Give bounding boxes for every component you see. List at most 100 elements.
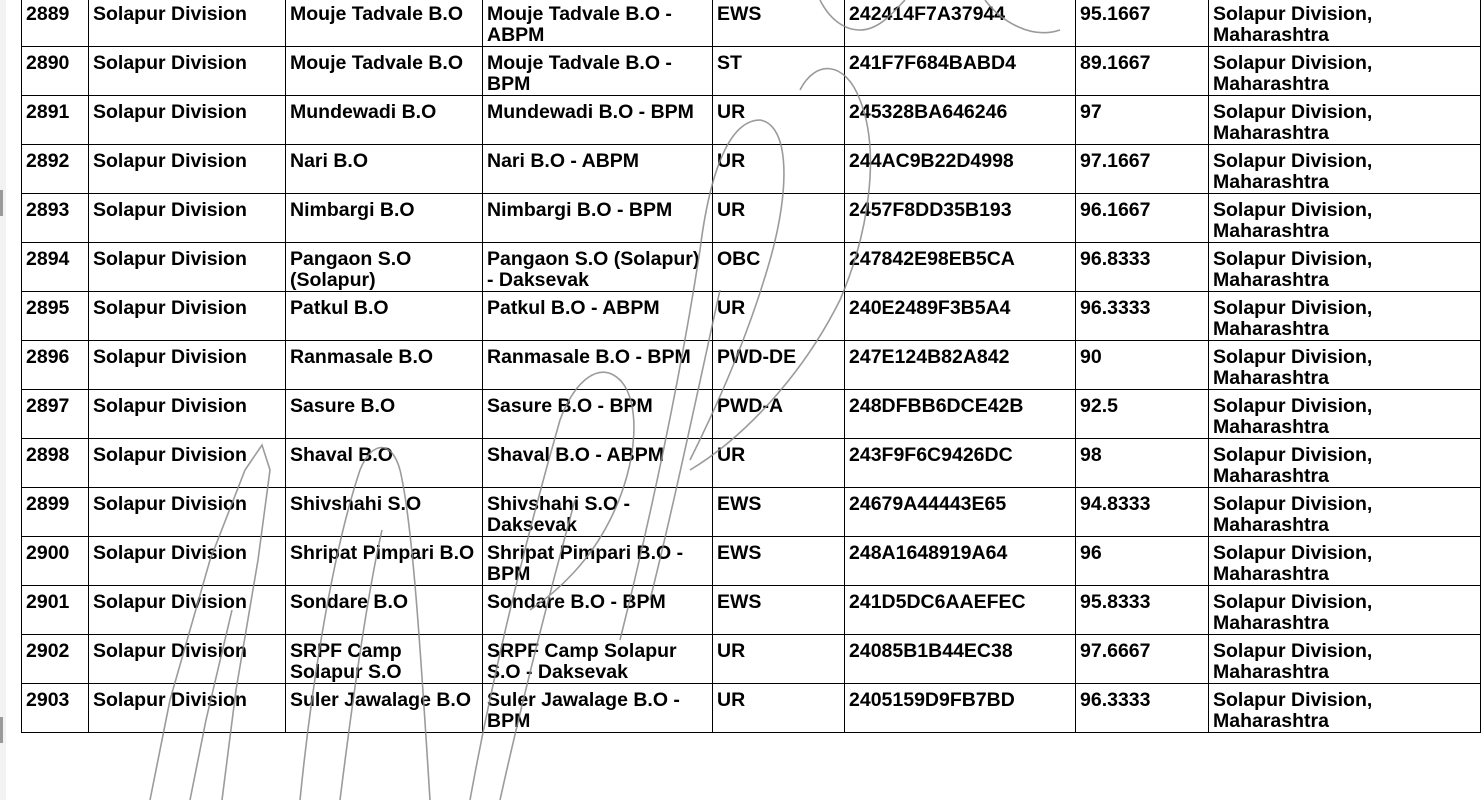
registration-number-cell: 24679A44443E65	[844, 487, 1076, 537]
registration-number-cell: 2457F8DD35B193	[844, 193, 1076, 243]
division-cell: Solapur Division	[88, 0, 286, 47]
category-cell: UR	[712, 634, 845, 684]
post-name-cell: Mundewadi B.O - BPM	[482, 95, 713, 145]
post-name-cell: Shivshahi S.O - Daksevak	[482, 487, 713, 537]
results-table: 2889 Solapur Division Mouje Tadvale B.O Mou…	[21, 0, 1481, 733]
circle-cell: Solapur Division, Maharashtra	[1208, 438, 1481, 488]
table-row: 2890 Solapur Division Mouje Tadvale B.O Mou…	[21, 46, 1481, 96]
circle-cell: Solapur Division, Maharashtra	[1208, 46, 1481, 96]
serial-number-cell: 2901	[21, 585, 89, 635]
post-name-cell: Ranmasale B.O - BPM	[482, 340, 713, 390]
office-name-cell: Sondare B.O	[285, 585, 483, 635]
serial-number-cell: 2889	[21, 0, 89, 47]
marks-cell: 97.1667	[1075, 144, 1209, 194]
serial-number-cell: 2896	[21, 340, 89, 390]
marks-cell: 96.1667	[1075, 193, 1209, 243]
category-cell: ST	[712, 46, 845, 96]
office-name-cell: Sasure B.O	[285, 389, 483, 439]
post-name-cell: Nari B.O - ABPM	[482, 144, 713, 194]
division-cell: Solapur Division	[88, 193, 286, 243]
circle-cell: Solapur Division, Maharashtra	[1208, 144, 1481, 194]
registration-number-cell: 247E124B82A842	[844, 340, 1076, 390]
marks-cell: 95.1667	[1075, 0, 1209, 47]
category-cell: UR	[712, 144, 845, 194]
office-name-cell: Shivshahi S.O	[285, 487, 483, 537]
serial-number-cell: 2892	[21, 144, 89, 194]
marks-cell: 96	[1075, 536, 1209, 586]
table-row: 2903 Solapur Division Suler Jawalage B.O Su…	[21, 683, 1481, 733]
serial-number-cell: 2902	[21, 634, 89, 684]
category-cell: EWS	[712, 536, 845, 586]
office-name-cell: Shripat Pimpari B.O	[285, 536, 483, 586]
marks-cell: 98	[1075, 438, 1209, 488]
category-cell: EWS	[712, 487, 845, 537]
table-row: 2898 Solapur Division Shaval B.O Shaval B.O…	[21, 438, 1481, 488]
category-cell: UR	[712, 438, 845, 488]
division-cell: Solapur Division	[88, 144, 286, 194]
registration-number-cell: 248A1648919A64	[844, 536, 1076, 586]
post-name-cell: Shripat Pimpari B.O - BPM	[482, 536, 713, 586]
post-name-cell: Mouje Tadvale B.O - BPM	[482, 46, 713, 96]
category-cell: PWD-DE	[712, 340, 845, 390]
registration-number-cell: 243F9F6C9426DC	[844, 438, 1076, 488]
circle-cell: Solapur Division, Maharashtra	[1208, 95, 1481, 145]
serial-number-cell: 2900	[21, 536, 89, 586]
marks-cell: 90	[1075, 340, 1209, 390]
post-name-cell: Suler Jawalage B.O - BPM	[482, 683, 713, 733]
circle-cell: Solapur Division, Maharashtra	[1208, 585, 1481, 635]
category-cell: PWD-A	[712, 389, 845, 439]
circle-cell: Solapur Division, Maharashtra	[1208, 634, 1481, 684]
category-cell: EWS	[712, 0, 845, 47]
registration-number-cell: 247842E98EB5CA	[844, 242, 1076, 292]
serial-number-cell: 2903	[21, 683, 89, 733]
table-body: 2889 Solapur Division Mouje Tadvale B.O Mou…	[21, 0, 1481, 733]
gutter-mark	[0, 717, 3, 743]
division-cell: Solapur Division	[88, 634, 286, 684]
table-row: 2902 Solapur Division SRPF Camp Solapur S.…	[21, 634, 1481, 684]
post-name-cell: Nimbargi B.O - BPM	[482, 193, 713, 243]
serial-number-cell: 2898	[21, 438, 89, 488]
marks-cell: 95.8333	[1075, 585, 1209, 635]
serial-number-cell: 2899	[21, 487, 89, 537]
circle-cell: Solapur Division, Maharashtra	[1208, 0, 1481, 47]
division-cell: Solapur Division	[88, 487, 286, 537]
circle-cell: Solapur Division, Maharashtra	[1208, 487, 1481, 537]
registration-number-cell: 24085B1B44EC38	[844, 634, 1076, 684]
post-name-cell: Sasure B.O - BPM	[482, 389, 713, 439]
serial-number-cell: 2890	[21, 46, 89, 96]
category-cell: UR	[712, 683, 845, 733]
office-name-cell: Suler Jawalage B.O	[285, 683, 483, 733]
serial-number-cell: 2893	[21, 193, 89, 243]
registration-number-cell: 241F7F684BABD4	[844, 46, 1076, 96]
serial-number-cell: 2891	[21, 95, 89, 145]
serial-number-cell: 2897	[21, 389, 89, 439]
division-cell: Solapur Division	[88, 340, 286, 390]
registration-number-cell: 244AC9B22D4998	[844, 144, 1076, 194]
category-cell: UR	[712, 291, 845, 341]
registration-number-cell: 2405159D9FB7BD	[844, 683, 1076, 733]
office-name-cell: Pangaon S.O (Solapur)	[285, 242, 483, 292]
division-cell: Solapur Division	[88, 585, 286, 635]
office-name-cell: Nari B.O	[285, 144, 483, 194]
division-cell: Solapur Division	[88, 291, 286, 341]
gutter-mark	[0, 190, 3, 216]
office-name-cell: Nimbargi B.O	[285, 193, 483, 243]
post-name-cell: Sondare B.O - BPM	[482, 585, 713, 635]
division-cell: Solapur Division	[88, 242, 286, 292]
marks-cell: 89.1667	[1075, 46, 1209, 96]
registration-number-cell: 248DFBB6DCE42B	[844, 389, 1076, 439]
office-name-cell: Shaval B.O	[285, 438, 483, 488]
marks-cell: 97	[1075, 95, 1209, 145]
category-cell: UR	[712, 95, 845, 145]
office-name-cell: Mundewadi B.O	[285, 95, 483, 145]
table-row: 2892 Solapur Division Nari B.O Nari B.O - A…	[21, 144, 1481, 194]
table-row: 2899 Solapur Division Shivshahi S.O Shivsha…	[21, 487, 1481, 537]
registration-number-cell: 240E2489F3B5A4	[844, 291, 1076, 341]
circle-cell: Solapur Division, Maharashtra	[1208, 683, 1481, 733]
office-name-cell: Mouje Tadvale B.O	[285, 0, 483, 47]
registration-number-cell: 245328BA646246	[844, 95, 1076, 145]
table-row: 2901 Solapur Division Sondare B.O Sondare B…	[21, 585, 1481, 635]
marks-cell: 92.5	[1075, 389, 1209, 439]
page-left-gutter	[0, 0, 6, 800]
serial-number-cell: 2895	[21, 291, 89, 341]
